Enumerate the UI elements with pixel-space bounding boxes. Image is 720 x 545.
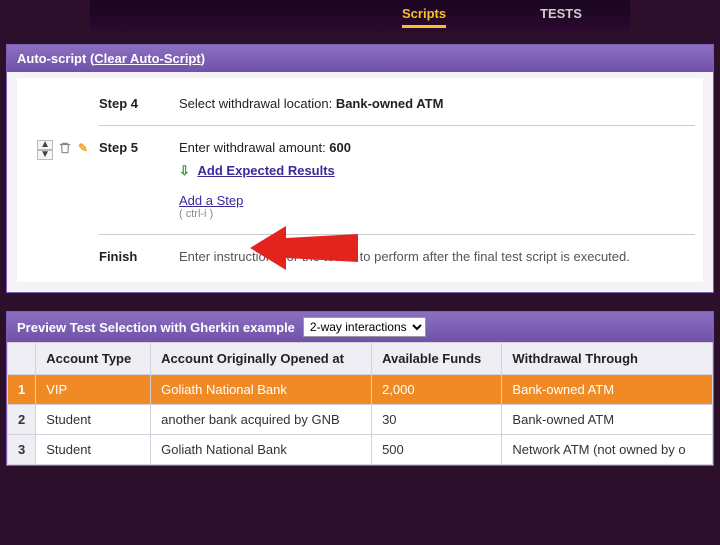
col-account-type[interactable]: Account Type — [36, 343, 151, 375]
table-row[interactable]: 1VIPGoliath National Bank2,000Bank-owned… — [8, 375, 713, 405]
finish-label: Finish — [99, 249, 179, 264]
finish-row: Finish Enter instructions for the tester… — [25, 239, 695, 274]
auto-script-title-prefix: Auto-script ( — [17, 51, 94, 66]
step-4-text: Select withdrawal location: — [179, 96, 336, 111]
row-number: 2 — [8, 405, 36, 435]
table-row[interactable]: 2Studentanother bank acquired by GNB30Ba… — [8, 405, 713, 435]
step-5-row: ▲ ▼ ✎ Step 5 Enter withdrawal amount: 60… — [25, 130, 695, 230]
table-header-row: Account Type Account Originally Opened a… — [8, 343, 713, 375]
table-cell: 2,000 — [372, 375, 502, 405]
table-cell: Goliath National Bank — [151, 435, 372, 465]
add-step-hint: ( ctrl-i ) — [179, 208, 695, 220]
col-withdrawal-through[interactable]: Withdrawal Through — [502, 343, 713, 375]
table-cell: Student — [36, 435, 151, 465]
num-header — [8, 343, 36, 375]
table-cell: Bank-owned ATM — [502, 405, 713, 435]
col-available-funds[interactable]: Available Funds — [372, 343, 502, 375]
nav-scripts[interactable]: Scripts — [402, 6, 446, 28]
move-down-icon[interactable]: ▼ — [37, 150, 53, 160]
step-5-text: Enter withdrawal amount: — [179, 140, 329, 155]
step-4-content: Select withdrawal location: Bank-owned A… — [179, 96, 695, 111]
preview-table: Account Type Account Originally Opened a… — [7, 342, 713, 465]
finish-text: Enter instructions for the tester to per… — [179, 249, 695, 264]
row-number: 3 — [8, 435, 36, 465]
down-arrow-icon: ⇩ — [179, 163, 190, 178]
table-cell: Bank-owned ATM — [502, 375, 713, 405]
step-4-value: Bank-owned ATM — [336, 96, 444, 111]
divider — [99, 125, 695, 126]
auto-script-header: Auto-script (Clear Auto-Script) — [7, 45, 713, 72]
step-4-label: Step 4 — [99, 96, 179, 111]
step-5-label: Step 5 — [99, 140, 179, 155]
preview-header: Preview Test Selection with Gherkin exam… — [7, 312, 713, 342]
pencil-icon[interactable]: ✎ — [75, 140, 91, 156]
step-4-row: Step 4 Select withdrawal location: Bank-… — [25, 86, 695, 121]
auto-script-panel: Auto-script (Clear Auto-Script) Step 4 S… — [6, 44, 714, 293]
table-cell: 500 — [372, 435, 502, 465]
nav-tests[interactable]: TESTS — [540, 6, 582, 21]
top-nav: Scripts TESTS — [90, 0, 630, 32]
divider-2 — [99, 234, 695, 235]
add-step-row: Add a Step ( ctrl-i ) — [179, 193, 695, 220]
preview-panel: Preview Test Selection with Gherkin exam… — [6, 311, 714, 466]
interactions-select[interactable]: 2-way interactions — [303, 317, 426, 337]
col-account-opened[interactable]: Account Originally Opened at — [151, 343, 372, 375]
add-expected-results-link[interactable]: Add Expected Results — [198, 163, 335, 178]
table-cell: VIP — [36, 375, 151, 405]
table-cell: Network ATM (not owned by o — [502, 435, 713, 465]
clear-auto-script-link[interactable]: Clear Auto-Script — [94, 51, 200, 66]
step-5-value: 600 — [329, 140, 351, 155]
table-cell: Goliath National Bank — [151, 375, 372, 405]
script-body: Step 4 Select withdrawal location: Bank-… — [17, 78, 703, 282]
row-number: 1 — [8, 375, 36, 405]
add-step-link[interactable]: Add a Step — [179, 193, 243, 208]
trash-icon[interactable] — [57, 140, 73, 156]
auto-script-title-suffix: ) — [201, 51, 205, 66]
add-expected-row: ⇩ Add Expected Results — [179, 163, 695, 179]
table-cell: 30 — [372, 405, 502, 435]
preview-title: Preview Test Selection with Gherkin exam… — [17, 320, 295, 335]
step-5-content: Enter withdrawal amount: 600 ⇩ Add Expec… — [179, 140, 695, 220]
table-cell: another bank acquired by GNB — [151, 405, 372, 435]
table-row[interactable]: 3StudentGoliath National Bank500Network … — [8, 435, 713, 465]
table-cell: Student — [36, 405, 151, 435]
